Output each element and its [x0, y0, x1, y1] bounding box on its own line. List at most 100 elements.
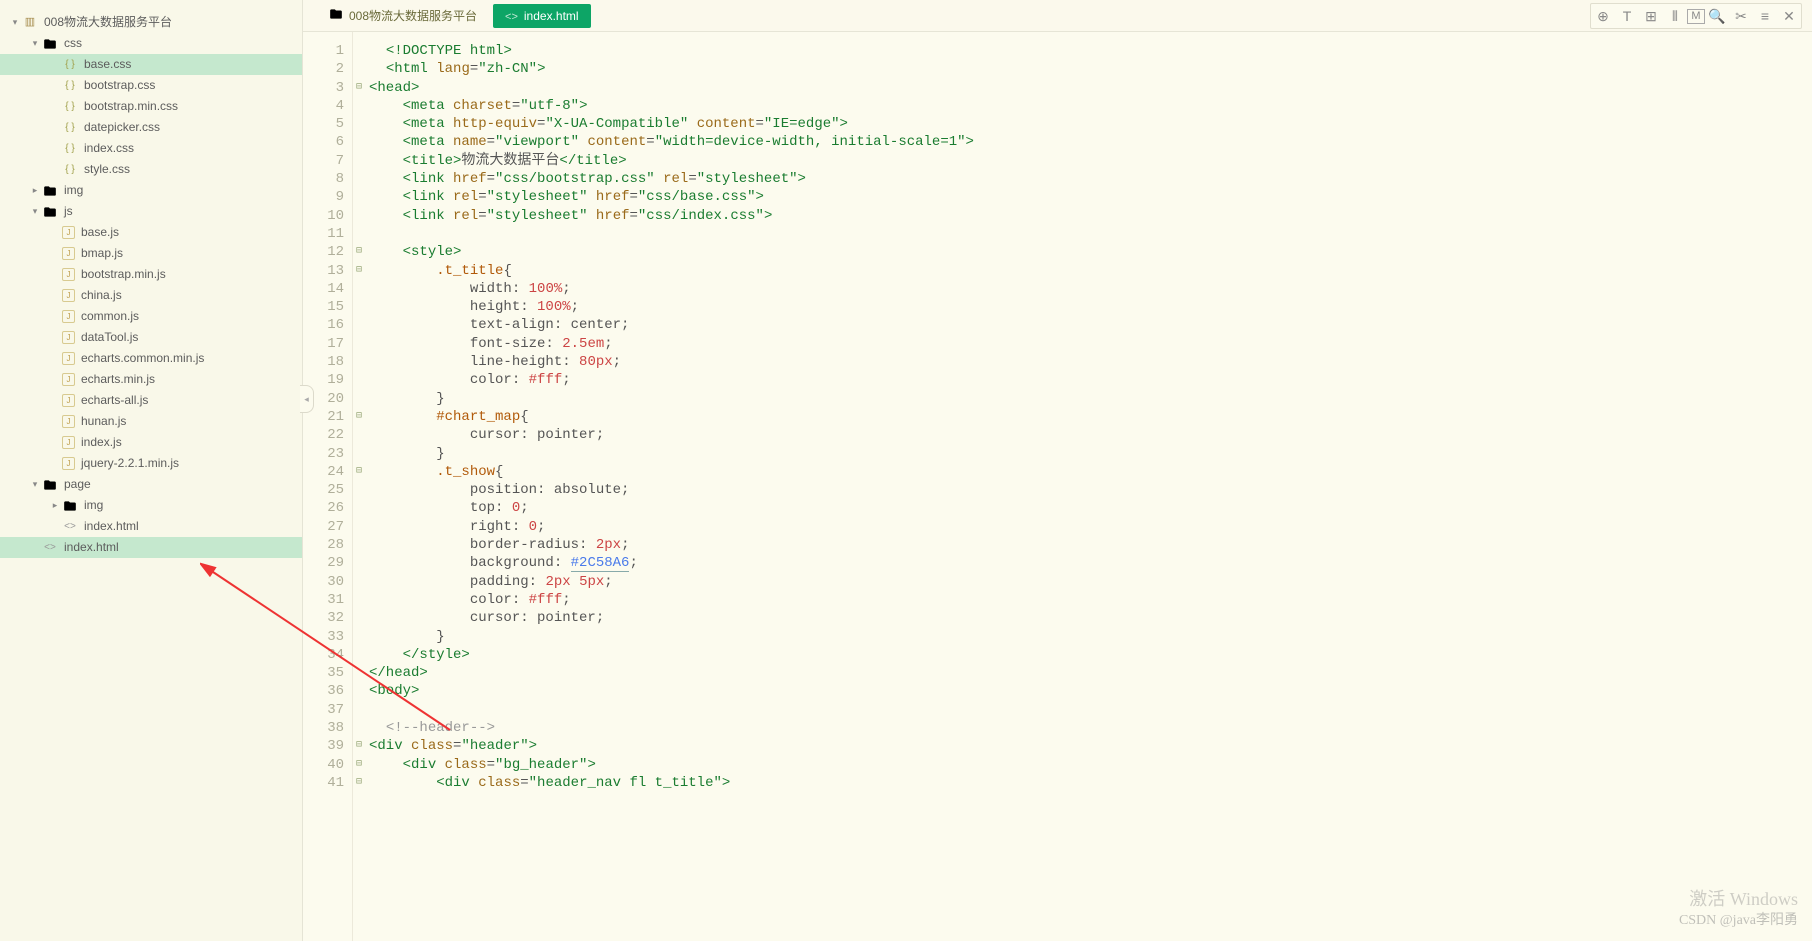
js-icon: [62, 268, 75, 281]
js-icon: [62, 310, 75, 323]
html-icon: [42, 540, 58, 556]
tree-folder-page[interactable]: page: [0, 474, 302, 495]
folder-icon: [329, 7, 343, 24]
label: js: [64, 201, 73, 222]
label: china.js: [81, 285, 122, 306]
tab-project[interactable]: 008物流大数据服务平台: [317, 4, 489, 28]
tree-file-base-css[interactable]: base.css: [0, 54, 302, 75]
label: common.js: [81, 306, 139, 327]
label: bootstrap.css: [84, 75, 155, 96]
chevron-down-icon[interactable]: [28, 33, 42, 54]
tree-file[interactable]: common.js: [0, 306, 302, 327]
folder-icon: [42, 36, 58, 52]
tab-index-html[interactable]: index.html: [493, 4, 591, 28]
css-icon: [62, 120, 78, 136]
label: index.html: [84, 516, 139, 537]
search-icon[interactable]: 🔍: [1705, 4, 1729, 28]
file-explorer: 008物流大数据服务平台 css base.css bootstrap.css …: [0, 0, 303, 941]
tree-file[interactable]: bootstrap.css: [0, 75, 302, 96]
chevron-right-icon[interactable]: [48, 495, 62, 516]
tree-file[interactable]: bootstrap.min.css: [0, 96, 302, 117]
chevron-down-icon[interactable]: [28, 474, 42, 495]
label: hunan.js: [81, 411, 126, 432]
js-icon: [62, 373, 75, 386]
label: css: [64, 33, 82, 54]
tree-file[interactable]: echarts.min.js: [0, 369, 302, 390]
code-content[interactable]: <!DOCTYPE html> <html lang="zh-CN"><head…: [365, 32, 974, 941]
js-icon: [62, 394, 75, 407]
cut-icon[interactable]: ✂: [1729, 4, 1753, 28]
tree-file[interactable]: echarts.common.min.js: [0, 348, 302, 369]
label: index.css: [84, 138, 134, 159]
js-icon: [62, 226, 75, 239]
tree-folder-css[interactable]: css: [0, 33, 302, 54]
label: 008物流大数据服务平台: [44, 12, 172, 33]
tree-file[interactable]: dataTool.js: [0, 327, 302, 348]
js-icon: [62, 331, 75, 344]
label: echarts.common.min.js: [81, 348, 204, 369]
tree-file[interactable]: base.js: [0, 222, 302, 243]
tree-folder-img[interactable]: img: [0, 180, 302, 201]
line-gutter: 1234567891011121314151617181920212223242…: [303, 32, 353, 941]
tree-file[interactable]: bootstrap.min.js: [0, 264, 302, 285]
tab-label: index.html: [524, 9, 579, 23]
html-icon: [62, 519, 78, 535]
tree-file[interactable]: style.css: [0, 159, 302, 180]
editor-toolbar: ⊕ T ⊞ ⦀ M 🔍 ✂ ≡ ✕: [1590, 3, 1802, 29]
js-icon: [62, 289, 75, 302]
markdown-icon[interactable]: M: [1687, 9, 1705, 24]
text-tool-icon[interactable]: T: [1615, 4, 1639, 28]
js-icon: [62, 247, 75, 260]
css-icon: [62, 99, 78, 115]
label: bootstrap.min.js: [81, 264, 166, 285]
label: datepicker.css: [84, 117, 160, 138]
tree-file[interactable]: datepicker.css: [0, 117, 302, 138]
tree-folder-page-img[interactable]: img: [0, 495, 302, 516]
fold-gutter: [353, 32, 365, 941]
split-grid-icon[interactable]: ⊞: [1639, 4, 1663, 28]
js-icon: [62, 352, 75, 365]
js-icon: [62, 436, 75, 449]
tree-root-project[interactable]: 008物流大数据服务平台: [0, 12, 302, 33]
chevron-down-icon[interactable]: [8, 12, 22, 33]
folder-icon: [42, 204, 58, 220]
tree-file-index-html[interactable]: index.html: [0, 537, 302, 558]
main-panel: 008物流大数据服务平台 index.html ⊕ T ⊞ ⦀ M 🔍 ✂ ≡ …: [303, 0, 1812, 941]
chevron-right-icon[interactable]: [28, 180, 42, 201]
label: style.css: [84, 159, 130, 180]
label: base.js: [81, 222, 119, 243]
label: page: [64, 474, 91, 495]
label: bootstrap.min.css: [84, 96, 178, 117]
css-icon: [62, 141, 78, 157]
folder-icon: [62, 498, 78, 514]
tree-file[interactable]: bmap.js: [0, 243, 302, 264]
label: bmap.js: [81, 243, 123, 264]
tree-file[interactable]: jquery-2.2.1.min.js: [0, 453, 302, 474]
css-icon: [62, 78, 78, 94]
split-collapse-handle[interactable]: [300, 385, 314, 413]
folder-icon: [42, 183, 58, 199]
label: echarts.min.js: [81, 369, 155, 390]
target-icon[interactable]: ⊕: [1591, 4, 1615, 28]
close-icon[interactable]: ✕: [1777, 4, 1801, 28]
tree-file[interactable]: index.js: [0, 432, 302, 453]
chevron-down-icon[interactable]: [28, 201, 42, 222]
label: jquery-2.2.1.min.js: [81, 453, 179, 474]
tree-file[interactable]: china.js: [0, 285, 302, 306]
folder-icon: [42, 477, 58, 493]
label: dataTool.js: [81, 327, 138, 348]
columns-icon[interactable]: ⦀: [1663, 4, 1687, 28]
label: echarts-all.js: [81, 390, 148, 411]
tab-label: 008物流大数据服务平台: [349, 7, 477, 24]
tree-file[interactable]: index.css: [0, 138, 302, 159]
js-icon: [62, 457, 75, 470]
tree-file[interactable]: echarts-all.js: [0, 390, 302, 411]
tree-file[interactable]: hunan.js: [0, 411, 302, 432]
label: index.js: [81, 432, 122, 453]
tree-file-page-index-html[interactable]: index.html: [0, 516, 302, 537]
label: img: [64, 180, 83, 201]
html-icon: [505, 9, 518, 23]
tree-folder-js[interactable]: js: [0, 201, 302, 222]
code-editor[interactable]: 1234567891011121314151617181920212223242…: [303, 32, 1812, 941]
list-icon[interactable]: ≡: [1753, 4, 1777, 28]
